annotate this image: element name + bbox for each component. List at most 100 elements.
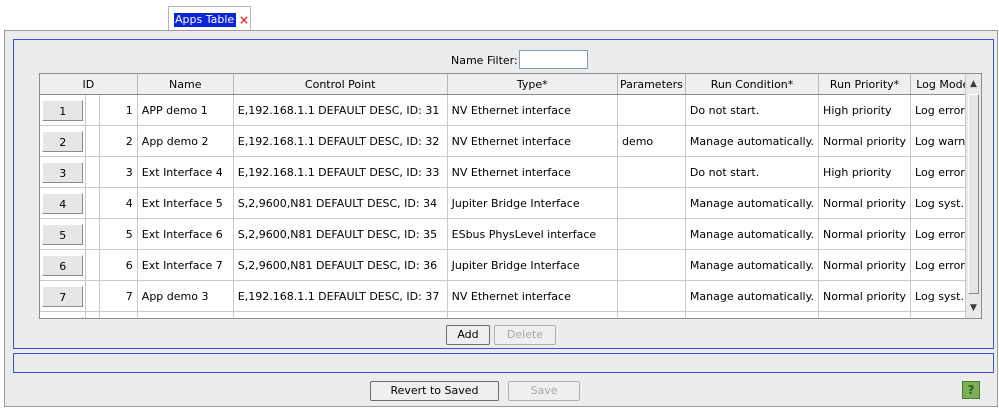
cell-id[interactable]: 7: [99, 280, 138, 312]
help-icon[interactable]: ?: [962, 381, 980, 399]
cell-type[interactable]: NV Ethernet interface: [447, 156, 618, 188]
cell-parameters[interactable]: [617, 311, 686, 318]
row-number-button[interactable]: 2: [42, 130, 84, 152]
row-header-cell[interactable]: 1: [40, 94, 87, 126]
column-header-name[interactable]: Name: [137, 74, 234, 95]
cell-id[interactable]: 1: [99, 94, 138, 126]
cell-parameters[interactable]: demo: [617, 125, 686, 157]
cell-control-point[interactable]: E,192.168.1.1 DEFAULT DESC, ID: 32: [233, 125, 448, 157]
row-header-cell[interactable]: 8: [40, 311, 87, 318]
cell-run-priority[interactable]: Normal priority: [818, 187, 912, 219]
scrollbar-thumb[interactable]: [968, 94, 979, 294]
column-header-control-point[interactable]: Control Point: [233, 74, 448, 95]
cell-run-priority[interactable]: High priority: [818, 94, 912, 126]
cell-type[interactable]: NV Ethernet interface: [447, 125, 618, 157]
cell-run-priority[interactable]: Normal priority: [818, 218, 912, 250]
cell-name[interactable]: Ext Interface 5: [137, 187, 234, 219]
row-number-button[interactable]: 4: [42, 192, 84, 214]
cell-type[interactable]: Jupiter Bridge Interface: [447, 187, 618, 219]
cell-name[interactable]: APP demo 1: [137, 94, 234, 126]
cell-control-point[interactable]: S,2,9600,N81 DEFAULT DESC, ID: 34: [233, 187, 448, 219]
cell-name[interactable]: App demo 4: [137, 311, 234, 318]
row-number-button[interactable]: 7: [42, 285, 84, 307]
table-row[interactable]: 4 4 Ext Interface 5 S,2,9600,N81 DEFAULT DE…: [40, 187, 981, 219]
cell-parameters[interactable]: [617, 218, 686, 250]
cell-id[interactable]: 5: [99, 218, 138, 250]
cell-name[interactable]: Ext Interface 4: [137, 156, 234, 188]
cell-control-point[interactable]: S,2,9600,N81 DEFAULT DESC, ID: 35: [233, 218, 448, 250]
row-number-button[interactable]: 6: [42, 254, 84, 276]
column-header-type[interactable]: Type*: [447, 74, 618, 95]
column-header-parameters[interactable]: Parameters: [617, 74, 686, 95]
cell-name[interactable]: Ext Interface 7: [137, 249, 234, 281]
cell-control-point[interactable]: S,2,9600,N81 DEFAULT DESC, ID: 38: [233, 311, 448, 318]
cell-id[interactable]: 6: [99, 249, 138, 281]
vertical-scrollbar[interactable]: ▲ ▼: [965, 74, 981, 318]
tab-label[interactable]: Apps Table: [174, 13, 237, 27]
cell-type[interactable]: ESbus PhysLevel interface: [447, 218, 618, 250]
cell-parameters[interactable]: [617, 280, 686, 312]
scroll-up-arrow-icon[interactable]: ▲: [966, 76, 981, 92]
cell-id[interactable]: 2: [99, 125, 138, 157]
row-header-cell[interactable]: 5: [40, 218, 87, 250]
row-header-cell[interactable]: 7: [40, 280, 87, 312]
cell-run-priority[interactable]: High priority: [818, 156, 912, 188]
row-header-cell[interactable]: 3: [40, 156, 87, 188]
column-header-id[interactable]: ID: [40, 74, 138, 95]
cell-parameters[interactable]: [617, 249, 686, 281]
row-header-cell[interactable]: 2: [40, 125, 87, 157]
row-number-button[interactable]: 5: [42, 223, 84, 245]
cell-type[interactable]: NV Ethernet interface: [447, 280, 618, 312]
cell-control-point[interactable]: E,192.168.1.1 DEFAULT DESC, ID: 37: [233, 280, 448, 312]
row-number-button[interactable]: 1: [42, 99, 84, 121]
cell-type[interactable]: NV Serial PhysLevel interface: [447, 311, 618, 318]
cell-parameters[interactable]: [617, 187, 686, 219]
delete-button[interactable]: Delete: [494, 325, 556, 345]
column-header-run-condition[interactable]: Run Condition*: [685, 74, 820, 95]
table-row[interactable]: 5 5 Ext Interface 6 S,2,9600,N81 DEFAULT DE…: [40, 218, 981, 250]
close-icon[interactable]: ×: [238, 14, 250, 26]
cell-run-condition[interactable]: Manage automatically.: [685, 249, 820, 281]
cell-run-priority[interactable]: Normal priority: [818, 249, 912, 281]
table-row[interactable]: 7 7 App demo 3 E,192.168.1.1 DEFAULT DESC, …: [40, 280, 981, 312]
cell-id[interactable]: 3: [99, 156, 138, 188]
row-header-cell[interactable]: 6: [40, 249, 87, 281]
table-row[interactable]: 2 2 App demo 2 E,192.168.1.1 DEFAULT DESC, …: [40, 125, 981, 157]
cell-control-point[interactable]: S,2,9600,N81 DEFAULT DESC, ID: 36: [233, 249, 448, 281]
cell-run-priority[interactable]: Normal priority: [818, 125, 912, 157]
cell-id[interactable]: 8: [99, 311, 138, 318]
cell-name[interactable]: App demo 3: [137, 280, 234, 312]
cell-type[interactable]: Jupiter Bridge Interface: [447, 249, 618, 281]
cell-parameters[interactable]: [617, 156, 686, 188]
cell-run-priority[interactable]: Normal priority: [818, 280, 912, 312]
cell-parameters[interactable]: [617, 94, 686, 126]
revert-to-saved-button[interactable]: Revert to Saved: [370, 381, 499, 401]
column-header-run-priority[interactable]: Run Priority*: [818, 74, 912, 95]
table-row[interactable]: 6 6 Ext Interface 7 S,2,9600,N81 DEFAULT DE…: [40, 249, 981, 281]
save-button[interactable]: Save: [508, 381, 580, 401]
row-header-cell[interactable]: 4: [40, 187, 87, 219]
cell-name[interactable]: Ext Interface 6: [137, 218, 234, 250]
row-number-button[interactable]: 3: [42, 161, 84, 183]
add-button[interactable]: Add: [446, 325, 490, 345]
cell-control-point[interactable]: E,192.168.1.1 DEFAULT DESC, ID: 33: [233, 156, 448, 188]
table-row[interactable]: 3 3 Ext Interface 4 E,192.168.1.1 DEFAULT D…: [40, 156, 981, 188]
cell-run-condition[interactable]: Manage automatically.: [685, 218, 820, 250]
cell-control-point[interactable]: E,192.168.1.1 DEFAULT DESC, ID: 31: [233, 94, 448, 126]
cell-id[interactable]: 4: [99, 187, 138, 219]
cell-type[interactable]: NV Ethernet interface: [447, 94, 618, 126]
cell-run-condition[interactable]: Do not start.: [685, 94, 820, 126]
cell-run-condition[interactable]: Manage automatically.: [685, 187, 820, 219]
cell-run-condition[interactable]: Manage automatically.: [685, 311, 820, 318]
scroll-down-arrow-icon[interactable]: ▼: [966, 300, 981, 316]
cell-run-condition[interactable]: Do not start.: [685, 156, 820, 188]
cell-run-priority[interactable]: Normal priority: [818, 311, 912, 318]
cell-name[interactable]: App demo 2: [137, 125, 234, 157]
table-row[interactable]: 1 1 APP demo 1 E,192.168.1.1 DEFAULT DESC, …: [40, 94, 981, 126]
row-number-button[interactable]: 8: [42, 316, 84, 318]
cell-run-condition[interactable]: Manage automatically.: [685, 125, 820, 157]
table-row[interactable]: 88App demo 4S,2,9600,N81 DEFAULT DESC, I…: [40, 311, 981, 318]
name-filter-input[interactable]: [519, 50, 588, 69]
tab-apps-table[interactable]: Apps Table ×: [168, 6, 251, 30]
cell-run-condition[interactable]: Manage automatically.: [685, 280, 820, 312]
